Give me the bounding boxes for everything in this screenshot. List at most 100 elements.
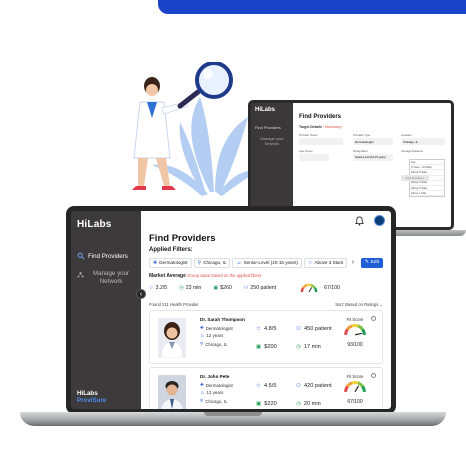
- patients-icon: ⚇: [296, 326, 302, 332]
- back-provider-type-select[interactable]: Dermatologist: [353, 138, 393, 145]
- front-laptop-screen: HiLabs Find Providers Manage your Networ…: [66, 206, 396, 414]
- market-metrics: ☆ 3.2/5 ◷ 23 min ▣ $260 ⚇ 250 patient 67/100: [149, 282, 383, 293]
- market-cost: ▣ $260: [213, 284, 232, 291]
- pin-icon: ⚲: [200, 341, 204, 346]
- bell-icon[interactable]: [355, 216, 364, 226]
- clock-icon: ◷: [179, 284, 184, 291]
- provider-card[interactable]: Dr. Sarah Thompson ✚ Dermatologist ☺ 12 ye…: [149, 310, 383, 364]
- gauge-segment: [346, 324, 353, 331]
- market-fit-score: 67/100: [300, 282, 340, 293]
- filter-chip-rating[interactable]: ☆ Above 3 Stars: [303, 257, 348, 268]
- provider-time: ◷ 17 min: [296, 344, 321, 350]
- filter-chip-specialty[interactable]: ✚ Dermatologist: [149, 257, 192, 268]
- chevron-right-icon[interactable]: ›: [349, 259, 356, 266]
- chevron-left-icon[interactable]: ‹: [136, 289, 146, 299]
- provider-location: ⚲ Chicago, IL: [200, 341, 228, 347]
- avatar-icon[interactable]: [374, 215, 385, 226]
- network-icon: [77, 271, 84, 278]
- pin-icon: ⚲: [197, 259, 202, 266]
- marketing-canvas: HiLabs Find Providers Manage your Networ…: [0, 0, 466, 466]
- results-count: Found 211 Health Provider: [149, 302, 199, 307]
- provider-name: Dr. John Pete: [200, 374, 230, 379]
- star-icon: ☆: [307, 259, 313, 266]
- filter-chip-experience[interactable]: ☺ Senior-Level (10-15 years): [232, 257, 302, 268]
- gauge-segment: [361, 328, 366, 335]
- brand-logo: HiLabs: [77, 219, 112, 230]
- results-header: Found 211 Health Provider Sort: Based on…: [149, 302, 383, 307]
- star-icon: ☆: [256, 383, 262, 389]
- provider-fit-score: Fit Score 93/100: [342, 317, 368, 348]
- person-icon: ☺: [236, 259, 242, 266]
- select-radio[interactable]: [371, 373, 376, 378]
- provider-time: ◷ 20 min: [296, 401, 321, 407]
- provider-cost: ▣ $200: [256, 344, 277, 350]
- gauge-segment: [313, 287, 318, 293]
- market-rating: ☆ 3.2/5: [149, 284, 168, 291]
- back-target-details: Target Details * Mandatory: [299, 125, 342, 129]
- gauge-segment: [300, 287, 305, 293]
- back-field-label: Average Distance: [401, 149, 424, 153]
- provider-patients: ⚇ 420 patient: [296, 383, 332, 389]
- patients-icon: ⚇: [296, 383, 302, 389]
- back-designation-select[interactable]: Senior-Level (10-15 years): [353, 154, 393, 161]
- provider-specialty: ✚ Dermatologist: [200, 325, 233, 331]
- provider-location: ⚲ Chicago, IL: [200, 398, 228, 404]
- back-location-select[interactable]: Chicago, IL: [401, 138, 445, 145]
- provider-photo: [158, 375, 186, 409]
- provider-experience: ☺ 12 years: [200, 333, 224, 338]
- select-radio[interactable]: [371, 316, 376, 321]
- gauge-segment: [344, 385, 349, 392]
- gauge-needle: [308, 287, 313, 293]
- back-nav-manage-network[interactable]: Manage your Network: [255, 136, 289, 146]
- back-provider-name-input[interactable]: [299, 138, 343, 145]
- sidebar-item-label: Manage your Network: [93, 270, 130, 285]
- gauge-segment: [346, 381, 353, 388]
- gauge-segment: [357, 324, 364, 331]
- back-age-group-toggle[interactable]: [299, 154, 329, 161]
- sidebar-item-manage-network[interactable]: Manage your Network: [77, 270, 135, 286]
- stethoscope-icon: ✚: [153, 259, 158, 266]
- main-panel: Find Providers Applied Filters: ✚ Dermato…: [141, 211, 391, 409]
- provider-specialty: ✚ Dermatologist: [200, 382, 233, 388]
- back-field-label: Provider Type: [353, 133, 371, 137]
- top-banner: [158, 0, 466, 14]
- back-brand: HiLabs: [255, 107, 276, 113]
- star-icon: ☆: [149, 284, 154, 291]
- applied-filters-label: Applied Filters:: [149, 247, 193, 253]
- provider-card[interactable]: Dr. John Pete ✚ Dermatologist ☺ 13 years ⚲…: [149, 367, 383, 409]
- back-dropdown-option[interactable]: Above 1 Star: [410, 191, 444, 197]
- sidebar-item-label: Find Providers: [88, 252, 128, 260]
- pencil-icon: ✎: [364, 260, 369, 265]
- back-nav-find-providers[interactable]: Find Providers: [255, 125, 289, 130]
- stethoscope-icon: ✚: [200, 382, 204, 387]
- edit-button[interactable]: ✎ Edit: [360, 257, 383, 268]
- back-find-providers-button[interactable]: Find Providers: [401, 175, 429, 181]
- sidebar-item-find-providers[interactable]: Find Providers: [77, 252, 135, 260]
- gauge-needle: [354, 385, 360, 393]
- star-icon: ☆: [256, 326, 262, 332]
- back-field-label: Location: [401, 133, 412, 137]
- gauge-segment: [344, 328, 349, 335]
- stethoscope-icon: ✚: [200, 325, 204, 330]
- product-logo: HiLabs ProviSure: [77, 389, 107, 404]
- front-laptop: HiLabs Find Providers Manage your Networ…: [20, 206, 446, 432]
- sort-dropdown[interactable]: Sort: Based on Ratings ⌄: [335, 302, 383, 307]
- gauge-segment: [361, 385, 366, 392]
- experience-icon: ☺: [200, 390, 205, 395]
- clock-icon: ◷: [296, 401, 301, 407]
- search-people-icon: [77, 252, 85, 260]
- market-average: Market Average Group value based on the …: [149, 273, 383, 293]
- market-patients: ⚇ 250 patient: [243, 284, 277, 291]
- money-icon: ▣: [256, 401, 262, 407]
- fit-gauge-icon: [344, 380, 366, 393]
- provider-patients: ⚇ 450 patient: [296, 326, 332, 332]
- filter-chip-location[interactable]: ⚲ Chicago, IL: [193, 257, 231, 268]
- doctor-with-magnifier-illustration: [132, 62, 258, 196]
- back-field-label: Designation: [353, 149, 368, 153]
- provider-rating: ☆ 4.8/5: [256, 326, 277, 332]
- market-time: ◷ 23 min: [179, 284, 202, 291]
- back-field-label: Provider Name: [299, 133, 318, 137]
- back-page-title: Find Providers: [299, 114, 342, 120]
- page-title: Find Providers: [149, 233, 216, 244]
- market-average-title: Market Average Group value based on the …: [149, 273, 262, 279]
